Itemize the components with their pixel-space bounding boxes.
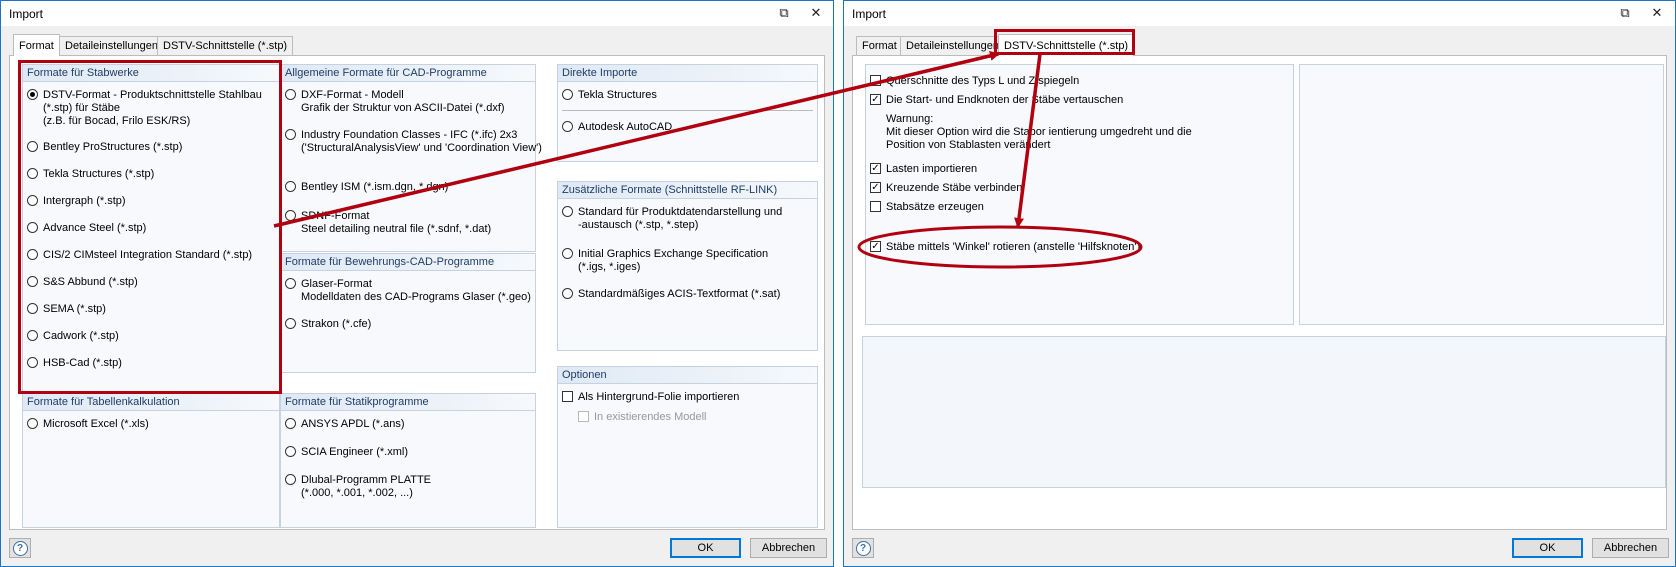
group-tabellenkalkulation: Formate für Tabellenkalkulation Microsof… — [22, 393, 280, 528]
cancel-button[interactable]: Abbrechen — [1592, 538, 1669, 558]
group-zusaetzliche-formate: Zusätzliche Formate (Schnittstelle RF-LI… — [557, 181, 818, 351]
group-bewehrung: Formate für Bewehrungs-CAD-Programme Gla… — [280, 253, 536, 373]
radio-button[interactable] — [285, 278, 296, 289]
ok-button[interactable]: OK — [1512, 538, 1583, 558]
radio-button[interactable] — [285, 446, 296, 457]
tab-dstv[interactable]: DSTV-Schnittstelle (*.stp) — [157, 36, 294, 55]
radio-button[interactable] — [285, 181, 296, 192]
panel-empty-bottom — [862, 336, 1666, 488]
radio-button[interactable] — [285, 89, 296, 100]
group-statikprogramme: Formate für Statikprogramme ANSYS APDL (… — [280, 393, 536, 528]
title-bar[interactable]: Import ⧉ ✕ — [844, 1, 1675, 26]
group-title: Formate für Stabwerke — [23, 65, 279, 82]
warning-text: Warnung: Mit dieser Option wird die Stabo… — [886, 113, 1192, 151]
help-icon: ? — [855, 541, 871, 556]
close-icon[interactable]: ✕ — [803, 4, 829, 22]
tab-format[interactable]: Format — [13, 34, 60, 56]
cancel-button[interactable]: Abbrechen — [750, 538, 827, 558]
ok-button[interactable]: OK — [670, 538, 741, 558]
radio-button[interactable] — [27, 89, 38, 100]
group-title: Formate für Tabellenkalkulation — [23, 394, 279, 411]
radio-button[interactable] — [27, 168, 38, 179]
radio-button[interactable] — [285, 474, 296, 485]
panel-empty-right — [1299, 64, 1664, 325]
group-title: Zusätzliche Formate (Schnittstelle RF-LI… — [558, 182, 817, 199]
checkbox[interactable]: ✓ — [870, 182, 881, 193]
radio-button[interactable] — [562, 121, 573, 132]
tab-format[interactable]: Format — [856, 36, 903, 55]
radio-button[interactable] — [27, 195, 38, 206]
group-title: Formate für Bewehrungs-CAD-Programme — [281, 254, 535, 271]
radio-button[interactable] — [27, 276, 38, 287]
radio-button[interactable] — [562, 206, 573, 217]
help-icon: ? — [12, 541, 28, 556]
group-stabwerke: Formate für Stabwerke DSTV-Format - Prod… — [22, 64, 280, 392]
checkbox[interactable]: ✓ — [870, 163, 881, 174]
dialog-title: Import — [852, 7, 887, 21]
help-button[interactable]: ? — [9, 538, 31, 558]
checkbox[interactable] — [870, 201, 881, 212]
group-title: Optionen — [558, 367, 817, 384]
radio-button[interactable] — [285, 129, 296, 140]
radio-button[interactable] — [285, 418, 296, 429]
radio-button[interactable] — [562, 89, 573, 100]
import-dialog-right: Import ⧉ ✕ Format Detaileinstellungen DS… — [843, 0, 1676, 567]
radio-button[interactable] — [27, 222, 38, 233]
group-cad: Allgemeine Formate für CAD-Programme DXF… — [280, 64, 542, 252]
checkbox — [578, 411, 589, 422]
checkbox[interactable] — [562, 391, 573, 402]
separator — [562, 110, 813, 111]
radio-button[interactable] — [562, 288, 573, 299]
radio-button[interactable] — [27, 249, 38, 260]
tab-detaileinstellungen[interactable]: Detaileinstellungen — [59, 36, 164, 55]
help-button[interactable]: ? — [852, 538, 874, 558]
checkbox[interactable]: ✓ — [870, 241, 881, 252]
import-dialog-left: Import ⧉ ✕ Format Detaileinstellungen DS… — [0, 0, 834, 567]
tab-content: Formate für Stabwerke DSTV-Format - Prod… — [9, 55, 825, 530]
radio-button[interactable] — [562, 248, 573, 259]
group-title: Formate für Statikprogramme — [281, 394, 535, 411]
restore-icon[interactable]: ⧉ — [1612, 4, 1638, 22]
title-bar[interactable]: Import ⧉ ✕ — [1, 1, 833, 26]
restore-icon[interactable]: ⧉ — [771, 4, 797, 22]
radio-button[interactable] — [27, 330, 38, 341]
checkbox[interactable]: ✓ — [870, 94, 881, 105]
tab-content: Querschnitte des Typs L und Z spiegeln ✓… — [852, 55, 1667, 530]
radio-button[interactable] — [285, 318, 296, 329]
tab-dstv[interactable]: DSTV-Schnittstelle (*.stp) — [998, 34, 1135, 56]
radio-button[interactable] — [27, 418, 38, 429]
radio-button[interactable] — [27, 141, 38, 152]
close-icon[interactable]: ✕ — [1644, 4, 1670, 22]
group-title: Direkte Importe — [558, 65, 817, 82]
dialog-title: Import — [9, 7, 44, 21]
radio-button[interactable] — [27, 357, 38, 368]
radio-button[interactable] — [285, 210, 296, 221]
panel-dstv-options: Querschnitte des Typs L und Z spiegeln ✓… — [865, 64, 1294, 325]
checkbox[interactable] — [870, 75, 881, 86]
group-direkte-importe: Direkte Importe Tekla Structures Autodes… — [557, 64, 818, 162]
radio-button[interactable] — [27, 303, 38, 314]
tab-detaileinstellungen[interactable]: Detaileinstellungen — [900, 36, 1005, 55]
group-title: Allgemeine Formate für CAD-Programme — [281, 65, 535, 82]
group-optionen: Optionen Als Hintergrund-Folie importier… — [557, 366, 818, 528]
